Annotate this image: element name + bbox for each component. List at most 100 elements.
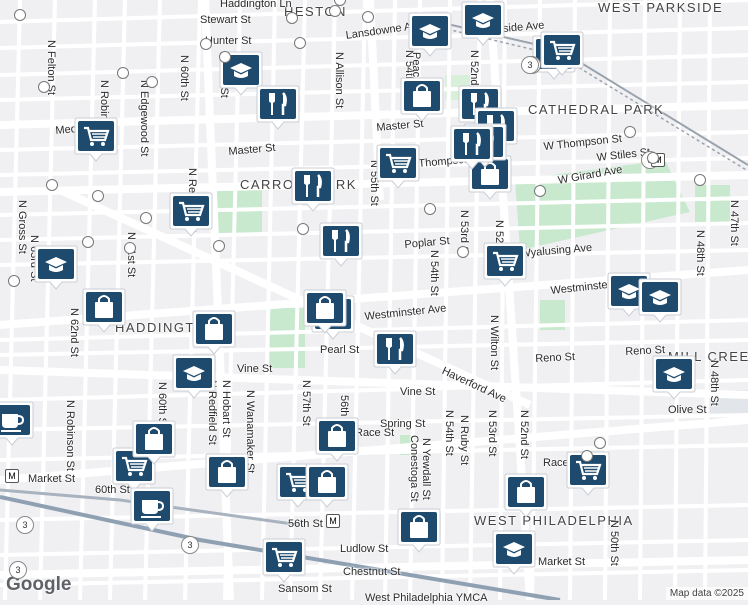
bus-stop-icon[interactable] [624,126,636,138]
shopping-bag-marker[interactable] [191,309,237,355]
bus-stop-icon[interactable] [294,37,306,49]
restaurant-marker[interactable] [449,124,495,170]
grocery-cart-icon [376,144,420,189]
school-marker[interactable] [637,277,683,323]
grocery-cart-icon [169,192,213,237]
cafe-marker[interactable] [129,486,175,532]
bus-stop-icon[interactable] [581,450,593,462]
park-carroll [215,190,262,235]
shopping-bag-marker[interactable] [204,452,250,498]
bus-stop-icon[interactable] [329,5,341,17]
cafe-icon [130,487,174,532]
map-attribution[interactable]: Map data ©2025 [665,587,748,600]
bus-stop-icon[interactable] [140,212,152,224]
bus-stop-icon[interactable] [362,11,374,23]
street-label-n-yewdall-st: N Yewdall St [420,438,432,500]
park-haddington-rec [268,308,305,368]
restaurant-icon [256,85,300,130]
street-label-n-edgewood-st: N Edgewood St [138,80,150,157]
bus-stop-icon[interactable] [219,51,231,63]
school-icon [172,354,216,399]
street-label-n-60th-st-1: N 60th St [178,55,190,101]
bus-stop-icon[interactable] [424,203,436,215]
bus-stop-icon[interactable] [124,242,136,254]
shopping-bag-marker[interactable] [396,507,442,553]
shopping-bag-marker[interactable] [131,419,177,465]
street-label-station-56th: 56th St [288,518,323,530]
grocery-cart-icon [540,31,584,76]
bus-stop-icon[interactable] [146,76,158,88]
neighborhood-label-cathedral-park: CATHEDRAL PARK [528,102,665,117]
school-marker[interactable] [407,11,453,57]
bus-stop-icon[interactable] [213,240,225,252]
school-marker[interactable] [651,354,697,400]
bus-stop-icon[interactable] [117,67,129,79]
neighborhood-label-west-parkside: WEST PARKSIDE [598,0,724,15]
restaurant-marker[interactable] [318,221,364,267]
map-canvas[interactable]: HESTON WEST PARKSIDE CATHEDRAL PARK CARROLL… [0,0,748,604]
street-label-n-62nd-st: N 62nd St [68,308,80,357]
grocery-cart-marker[interactable] [539,30,585,76]
shopping-bag-marker[interactable] [399,76,445,122]
route-3-shield: 3 [16,516,34,534]
cafe-marker[interactable] [0,400,35,446]
bus-stop-icon[interactable] [694,174,706,186]
bus-stop-icon[interactable] [8,275,20,287]
grocery-cart-marker[interactable] [73,116,119,162]
cafe-icon [0,401,34,446]
bus-stop-icon[interactable] [297,223,309,235]
restaurant-marker[interactable] [290,166,336,212]
bus-stop-icon[interactable] [38,81,50,93]
grocery-cart-icon [74,117,118,162]
street-label-n-52nd-st-3: N 52nd St [518,410,530,459]
shopping-bag-icon [82,288,126,333]
route-3-shield: 3 [521,56,539,74]
station-icon-56th-st[interactable]: M [326,514,340,528]
bus-stop-icon[interactable] [46,179,58,191]
restaurant-marker[interactable] [372,329,418,375]
bus-stop-icon[interactable] [200,38,212,50]
school-marker[interactable] [491,529,537,575]
shopping-bag-marker[interactable] [503,472,549,518]
shopping-bag-marker[interactable] [81,287,127,333]
street-label-n-ruby-st: N Ruby St [458,415,470,466]
station-icon-market-60th[interactable]: M [5,469,19,483]
bus-stop-icon[interactable] [82,236,94,248]
restaurant-marker[interactable] [255,84,301,130]
shopping-bag-marker[interactable] [314,416,360,462]
street-label-stewart-st: Stewart St [200,14,251,26]
street-label-hunter-st: Hunter St [205,35,252,47]
grocery-cart-marker[interactable] [261,537,307,583]
street-label-race-st-1: Race St [355,427,395,439]
school-icon [461,1,505,46]
school-marker[interactable] [171,353,217,399]
bus-stop-icon[interactable] [534,185,546,197]
grocery-cart-marker[interactable] [482,241,528,287]
bus-stop-icon[interactable] [457,246,469,258]
street-label-n-gross-st: N Gross St [16,200,28,254]
school-marker[interactable] [460,0,506,46]
street-label-vine-st-2: Vine St [400,386,436,398]
school-icon [408,12,452,57]
school-marker[interactable] [33,244,79,290]
street-label-reno-st-1: Reno St [535,350,576,365]
street-label-market-st-1: Market St [28,473,76,485]
bus-stop-icon[interactable] [647,152,659,164]
bus-stop-icon[interactable] [14,9,26,21]
bus-stop-icon[interactable] [92,190,104,202]
street-label-n-48th-st-1: N 48th St [694,230,706,276]
shopping-bag-marker[interactable] [302,288,348,334]
grocery-cart-marker[interactable] [375,143,421,189]
shopping-bag-marker[interactable] [304,462,350,508]
street-label-vine-st-1: Vine St [237,363,273,375]
street-label-n-57th-st: N 57th St [300,380,312,426]
school-icon [492,530,536,575]
shopping-bag-icon [315,417,359,462]
bus-stop-icon[interactable] [594,437,606,449]
grocery-cart-icon [262,538,306,583]
bus-stop-icon[interactable] [286,12,298,24]
street-label-n-48th-st-2: N 48th St [708,360,720,406]
street-label-olive-st: Olive St [668,404,707,416]
street-label-n-allison-st: N Allison St [333,52,345,109]
grocery-cart-marker[interactable] [168,191,214,237]
